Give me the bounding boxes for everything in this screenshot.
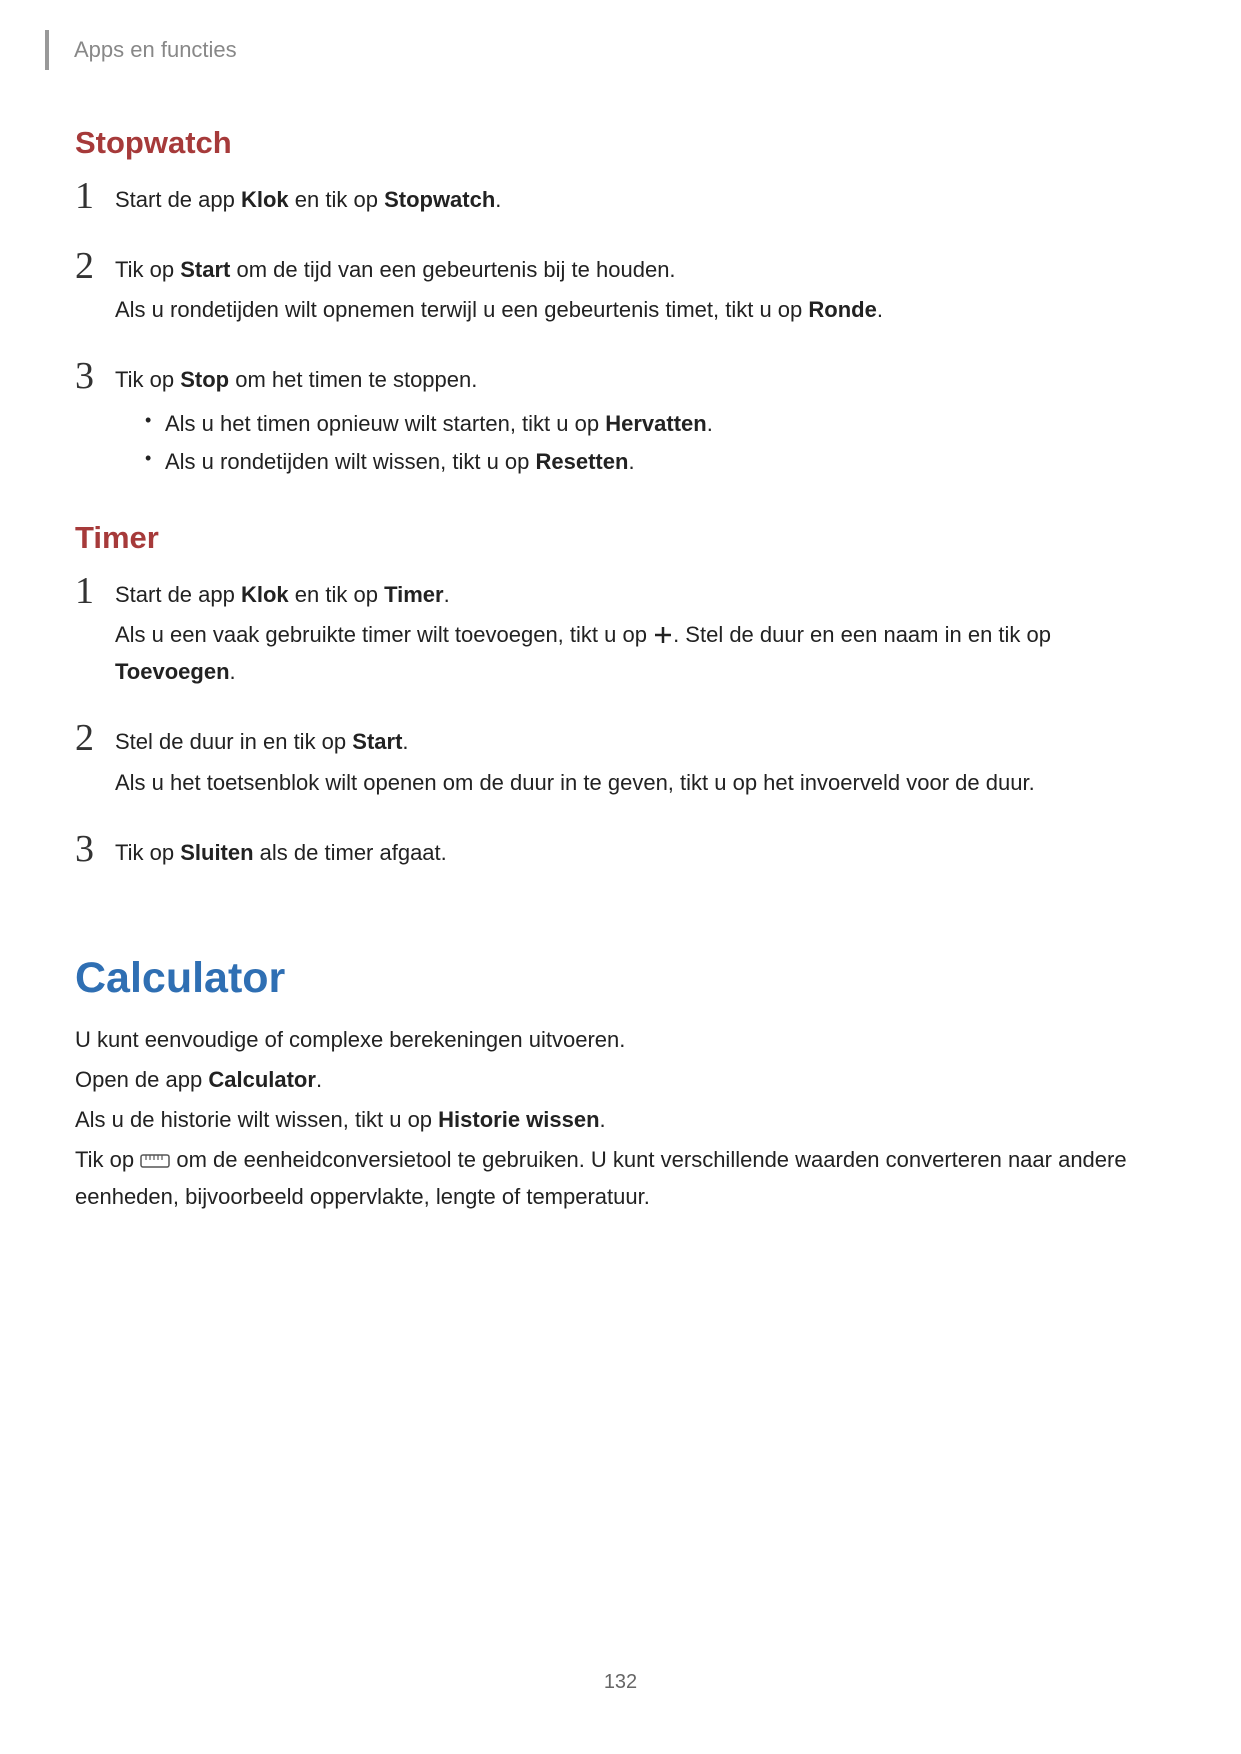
text: . Stel de duur en een naam in en tik op xyxy=(673,622,1051,647)
paragraph: U kunt eenvoudige of complexe berekening… xyxy=(75,1023,1166,1057)
text-bold: Sluiten xyxy=(180,840,253,865)
text-bold: Klok xyxy=(241,187,289,212)
text: Tik op xyxy=(115,257,180,282)
step-item: 1 Start de app Klok en tik op Stopwatch. xyxy=(75,183,1166,221)
section-title-calculator: Calculator xyxy=(75,954,1166,1003)
step-item: 2 Stel de duur in en tik op Start. Als u… xyxy=(75,725,1166,803)
step-item: 3 Tik op Sluiten als de timer afgaat. xyxy=(75,836,1166,874)
step-number: 2 xyxy=(75,247,115,285)
ruler-icon xyxy=(140,1146,170,1180)
text-bold: Stop xyxy=(180,367,229,392)
step-number: 2 xyxy=(75,719,115,757)
text: en tik op xyxy=(289,582,384,607)
text-bold: Stopwatch xyxy=(384,187,495,212)
text: Tik op xyxy=(115,840,180,865)
text: . xyxy=(877,297,883,322)
step-body: Tik op Stop om het timen te stoppen. Als… xyxy=(115,363,1166,480)
text: . xyxy=(495,187,501,212)
text: Als u het toetsenblok wilt openen om de … xyxy=(115,770,1035,795)
section-title-stopwatch: Stopwatch xyxy=(75,125,1166,161)
step-body: Tik op Start om de tijd van een gebeurte… xyxy=(115,253,1166,331)
text: om het timen te stoppen. xyxy=(229,367,477,392)
paragraph: Als u de historie wilt wissen, tikt u op… xyxy=(75,1103,1166,1137)
step-body: Start de app Klok en tik op Stopwatch. xyxy=(115,183,1166,221)
text: Start de app xyxy=(115,582,241,607)
header-bar-icon xyxy=(45,30,49,70)
text-bold: Start xyxy=(180,257,230,282)
text: . xyxy=(402,729,408,754)
text: als de timer afgaat. xyxy=(254,840,447,865)
text-bold: Klok xyxy=(241,582,289,607)
text: Tik op xyxy=(75,1147,140,1172)
text: Open de app xyxy=(75,1067,208,1092)
bullet-list: Als u het timen opnieuw wilt starten, ti… xyxy=(115,405,1166,480)
step-number: 3 xyxy=(75,357,115,395)
step-item: 3 Tik op Stop om het timen te stoppen. A… xyxy=(75,363,1166,480)
text: Stel de duur in en tik op xyxy=(115,729,352,754)
step-item: 1 Start de app Klok en tik op Timer. Als… xyxy=(75,578,1166,693)
text: . xyxy=(230,659,236,684)
text: en tik op xyxy=(289,187,384,212)
text: . xyxy=(628,449,634,474)
text: Tik op xyxy=(115,367,180,392)
text: Als u het timen opnieuw wilt starten, ti… xyxy=(165,411,605,436)
text-bold: Ronde xyxy=(808,297,876,322)
text: om de eenheidconversietool te gebruiken.… xyxy=(75,1147,1127,1209)
text: . xyxy=(707,411,713,436)
text-bold: Calculator xyxy=(208,1067,316,1092)
text: Als u rondetijden wilt opnemen terwijl u… xyxy=(115,297,808,322)
page-header: Apps en functies xyxy=(45,30,1166,70)
step-number: 1 xyxy=(75,177,115,215)
text: Start de app xyxy=(115,187,241,212)
text-bold: Toevoegen xyxy=(115,659,230,684)
plus-icon xyxy=(653,621,673,655)
text-bold: Timer xyxy=(384,582,444,607)
text-bold: Hervatten xyxy=(605,411,706,436)
text: om de tijd van een gebeurtenis bij te ho… xyxy=(230,257,675,282)
step-number: 1 xyxy=(75,572,115,610)
text-bold: Resetten xyxy=(536,449,629,474)
text: . xyxy=(600,1107,606,1132)
list-item: Als u rondetijden wilt wissen, tikt u op… xyxy=(145,443,1166,480)
text-bold: Historie wissen xyxy=(438,1107,599,1132)
text: . xyxy=(316,1067,322,1092)
paragraph: Open de app Calculator. xyxy=(75,1063,1166,1097)
text: U kunt eenvoudige of complexe berekening… xyxy=(75,1027,625,1052)
section-title-timer: Timer xyxy=(75,520,1166,556)
list-item: Als u het timen opnieuw wilt starten, ti… xyxy=(145,405,1166,442)
page-number: 132 xyxy=(0,1671,1241,1694)
step-item: 2 Tik op Start om de tijd van een gebeur… xyxy=(75,253,1166,331)
text-bold: Start xyxy=(352,729,402,754)
step-body: Tik op Sluiten als de timer afgaat. xyxy=(115,836,1166,874)
step-body: Stel de duur in en tik op Start. Als u h… xyxy=(115,725,1166,803)
text: Als u een vaak gebruikte timer wilt toev… xyxy=(115,622,653,647)
text: Als u rondetijden wilt wissen, tikt u op xyxy=(165,449,536,474)
step-body: Start de app Klok en tik op Timer. Als u… xyxy=(115,578,1166,693)
step-number: 3 xyxy=(75,830,115,868)
paragraph: Tik op om de eenheidconversietool te geb… xyxy=(75,1143,1166,1214)
text: Als u de historie wilt wissen, tikt u op xyxy=(75,1107,438,1132)
breadcrumb: Apps en functies xyxy=(74,37,237,63)
text: . xyxy=(444,582,450,607)
